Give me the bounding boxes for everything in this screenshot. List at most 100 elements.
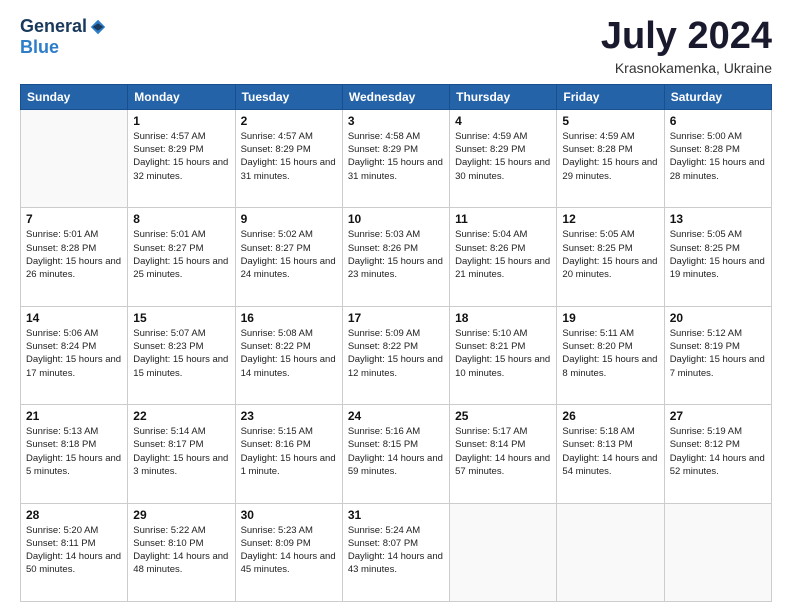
day-info: Sunrise: 5:05 AMSunset: 8:25 PMDaylight:… — [562, 228, 658, 281]
calendar-cell: 25 Sunrise: 5:17 AMSunset: 8:14 PMDayligh… — [450, 405, 557, 503]
calendar-week-row: 1 Sunrise: 4:57 AMSunset: 8:29 PMDaylight… — [21, 109, 772, 207]
day-number: 11 — [455, 212, 551, 226]
calendar-cell: 24 Sunrise: 5:16 AMSunset: 8:15 PMDayligh… — [342, 405, 449, 503]
day-number: 21 — [26, 409, 122, 423]
logo-blue-text: Blue — [20, 37, 59, 58]
title-area: July 2024 Krasnokamenka, Ukraine — [601, 16, 772, 76]
day-number: 22 — [133, 409, 229, 423]
day-info: Sunrise: 5:03 AMSunset: 8:26 PMDaylight:… — [348, 228, 444, 281]
day-number: 2 — [241, 114, 337, 128]
day-number: 16 — [241, 311, 337, 325]
calendar-cell: 21 Sunrise: 5:13 AMSunset: 8:18 PMDayligh… — [21, 405, 128, 503]
day-number: 10 — [348, 212, 444, 226]
day-info: Sunrise: 5:01 AMSunset: 8:27 PMDaylight:… — [133, 228, 229, 281]
calendar-cell: 23Sunrise: 5:15 AMSunset: 8:16 PMDayligh… — [235, 405, 342, 503]
calendar-cell: 22 Sunrise: 5:14 AMSunset: 8:17 PMDayligh… — [128, 405, 235, 503]
day-info: Sunrise: 5:13 AMSunset: 8:18 PMDaylight:… — [26, 425, 122, 478]
day-info: Sunrise: 4:57 AMSunset: 8:29 PMDaylight:… — [241, 130, 337, 183]
day-info: Sunrise: 5:10 AMSunset: 8:21 PMDaylight:… — [455, 327, 551, 380]
day-number: 13 — [670, 212, 766, 226]
calendar-cell: 5 Sunrise: 4:59 AMSunset: 8:28 PMDaylight… — [557, 109, 664, 207]
day-info: Sunrise: 4:57 AMSunset: 8:29 PMDaylight:… — [133, 130, 229, 183]
day-number: 31 — [348, 508, 444, 522]
day-info: Sunrise: 5:05 AMSunset: 8:25 PMDaylight:… — [670, 228, 766, 281]
calendar-cell: 19 Sunrise: 5:11 AMSunset: 8:20 PMDayligh… — [557, 306, 664, 404]
calendar-week-row: 21 Sunrise: 5:13 AMSunset: 8:18 PMDayligh… — [21, 405, 772, 503]
day-number: 28 — [26, 508, 122, 522]
calendar-cell: 6 Sunrise: 5:00 AMSunset: 8:28 PMDaylight… — [664, 109, 771, 207]
month-title: July 2024 — [601, 16, 772, 58]
calendar-week-row: 14 Sunrise: 5:06 AMSunset: 8:24 PMDayligh… — [21, 306, 772, 404]
calendar-cell — [557, 503, 664, 601]
day-info: Sunrise: 5:14 AMSunset: 8:17 PMDaylight:… — [133, 425, 229, 478]
day-number: 7 — [26, 212, 122, 226]
day-info: Sunrise: 5:16 AMSunset: 8:15 PMDaylight:… — [348, 425, 444, 478]
calendar-cell: 9 Sunrise: 5:02 AMSunset: 8:27 PMDaylight… — [235, 208, 342, 306]
day-info: Sunrise: 5:06 AMSunset: 8:24 PMDaylight:… — [26, 327, 122, 380]
weekday-header: Friday — [557, 84, 664, 109]
calendar-cell: 8 Sunrise: 5:01 AMSunset: 8:27 PMDaylight… — [128, 208, 235, 306]
location: Krasnokamenka, Ukraine — [601, 60, 772, 76]
weekday-header-row: SundayMondayTuesdayWednesdayThursdayFrid… — [21, 84, 772, 109]
day-number: 12 — [562, 212, 658, 226]
calendar-cell: 3Sunrise: 4:58 AMSunset: 8:29 PMDaylight… — [342, 109, 449, 207]
calendar-cell: 29 Sunrise: 5:22 AMSunset: 8:10 PMDayligh… — [128, 503, 235, 601]
day-number: 29 — [133, 508, 229, 522]
day-number: 30 — [241, 508, 337, 522]
day-number: 27 — [670, 409, 766, 423]
day-number: 4 — [455, 114, 551, 128]
day-number: 14 — [26, 311, 122, 325]
day-number: 8 — [133, 212, 229, 226]
calendar-cell: 7 Sunrise: 5:01 AMSunset: 8:28 PMDaylight… — [21, 208, 128, 306]
calendar-cell: 14 Sunrise: 5:06 AMSunset: 8:24 PMDayligh… — [21, 306, 128, 404]
calendar-cell: 1 Sunrise: 4:57 AMSunset: 8:29 PMDaylight… — [128, 109, 235, 207]
day-info: Sunrise: 5:17 AMSunset: 8:14 PMDaylight:… — [455, 425, 551, 478]
calendar-cell: 18Sunrise: 5:10 AMSunset: 8:21 PMDayligh… — [450, 306, 557, 404]
calendar-cell: 27 Sunrise: 5:19 AMSunset: 8:12 PMDayligh… — [664, 405, 771, 503]
day-info: Sunrise: 5:23 AMSunset: 8:09 PMDaylight:… — [241, 524, 337, 577]
weekday-header: Sunday — [21, 84, 128, 109]
day-info: Sunrise: 5:22 AMSunset: 8:10 PMDaylight:… — [133, 524, 229, 577]
day-info: Sunrise: 5:20 AMSunset: 8:11 PMDaylight:… — [26, 524, 122, 577]
logo-general-text: General — [20, 16, 87, 37]
day-number: 17 — [348, 311, 444, 325]
weekday-header: Monday — [128, 84, 235, 109]
day-number: 15 — [133, 311, 229, 325]
day-info: Sunrise: 4:59 AMSunset: 8:28 PMDaylight:… — [562, 130, 658, 183]
calendar-cell: 2 Sunrise: 4:57 AMSunset: 8:29 PMDaylight… — [235, 109, 342, 207]
day-number: 9 — [241, 212, 337, 226]
weekday-header: Thursday — [450, 84, 557, 109]
day-number: 3 — [348, 114, 444, 128]
calendar-cell: 20Sunrise: 5:12 AMSunset: 8:19 PMDayligh… — [664, 306, 771, 404]
day-number: 24 — [348, 409, 444, 423]
day-number: 19 — [562, 311, 658, 325]
page: General Blue July 2024 Krasnokamenka, Uk… — [0, 0, 792, 612]
calendar-cell: 13 Sunrise: 5:05 AMSunset: 8:25 PMDayligh… — [664, 208, 771, 306]
calendar: SundayMondayTuesdayWednesdayThursdayFrid… — [20, 84, 772, 602]
day-info: Sunrise: 5:00 AMSunset: 8:28 PMDaylight:… — [670, 130, 766, 183]
calendar-cell: 10 Sunrise: 5:03 AMSunset: 8:26 PMDayligh… — [342, 208, 449, 306]
day-info: Sunrise: 5:15 AMSunset: 8:16 PMDaylight:… — [241, 425, 337, 478]
calendar-cell: 15 Sunrise: 5:07 AMSunset: 8:23 PMDayligh… — [128, 306, 235, 404]
day-info: Sunrise: 5:01 AMSunset: 8:28 PMDaylight:… — [26, 228, 122, 281]
day-info: Sunrise: 5:02 AMSunset: 8:27 PMDaylight:… — [241, 228, 337, 281]
day-info: Sunrise: 5:08 AMSunset: 8:22 PMDaylight:… — [241, 327, 337, 380]
weekday-header: Wednesday — [342, 84, 449, 109]
calendar-cell: 4Sunrise: 4:59 AMSunset: 8:29 PMDaylight… — [450, 109, 557, 207]
day-info: Sunrise: 5:19 AMSunset: 8:12 PMDaylight:… — [670, 425, 766, 478]
day-info: Sunrise: 5:11 AMSunset: 8:20 PMDaylight:… — [562, 327, 658, 380]
day-info: Sunrise: 5:07 AMSunset: 8:23 PMDaylight:… — [133, 327, 229, 380]
calendar-cell — [21, 109, 128, 207]
day-info: Sunrise: 5:09 AMSunset: 8:22 PMDaylight:… — [348, 327, 444, 380]
day-number: 5 — [562, 114, 658, 128]
calendar-cell: 12 Sunrise: 5:05 AMSunset: 8:25 PMDayligh… — [557, 208, 664, 306]
logo: General Blue — [20, 16, 107, 58]
calendar-cell: 28 Sunrise: 5:20 AMSunset: 8:11 PMDayligh… — [21, 503, 128, 601]
day-number: 6 — [670, 114, 766, 128]
calendar-cell: 16 Sunrise: 5:08 AMSunset: 8:22 PMDayligh… — [235, 306, 342, 404]
calendar-week-row: 28 Sunrise: 5:20 AMSunset: 8:11 PMDayligh… — [21, 503, 772, 601]
day-number: 25 — [455, 409, 551, 423]
day-info: Sunrise: 5:04 AMSunset: 8:26 PMDaylight:… — [455, 228, 551, 281]
calendar-cell: 17 Sunrise: 5:09 AMSunset: 8:22 PMDayligh… — [342, 306, 449, 404]
day-number: 1 — [133, 114, 229, 128]
